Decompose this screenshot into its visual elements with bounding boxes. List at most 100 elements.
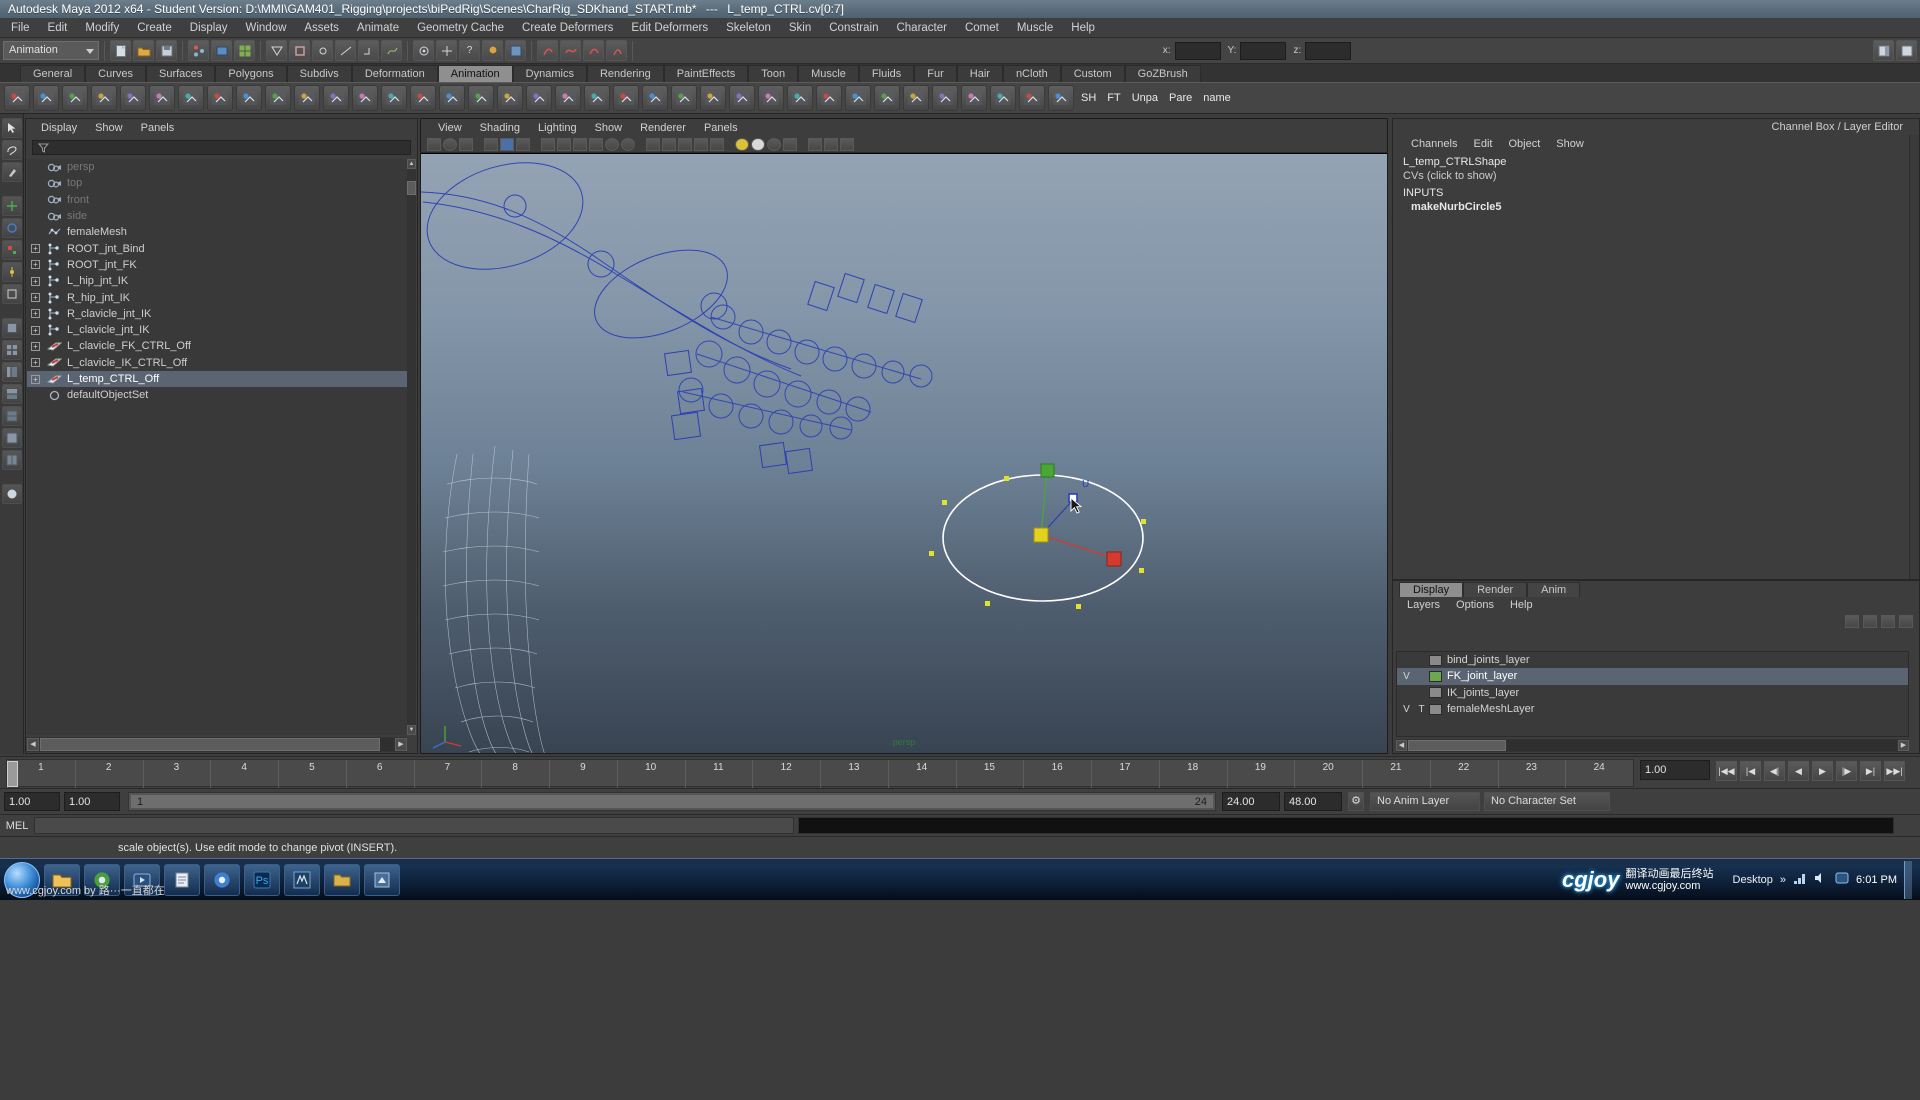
shelf-button-ft[interactable]: FT bbox=[1103, 92, 1124, 104]
menu-item-help[interactable]: Help bbox=[1062, 20, 1104, 36]
ik-handle-tool-button[interactable] bbox=[537, 40, 558, 61]
layer-row[interactable]: IK_joints_layer bbox=[1397, 685, 1908, 701]
select-by-object-button[interactable] bbox=[211, 40, 232, 61]
expand-icon[interactable]: + bbox=[31, 260, 40, 270]
resolution-gate-icon[interactable] bbox=[573, 138, 587, 151]
shelf-tab-animation[interactable]: Animation bbox=[437, 65, 513, 82]
outliner-item-femalemesh[interactable]: femaleMesh bbox=[27, 224, 407, 240]
command-input[interactable] bbox=[34, 817, 794, 834]
scroll-left-icon[interactable]: ◀ bbox=[27, 738, 39, 751]
step-forward-key-icon[interactable]: ▶| bbox=[1860, 761, 1881, 781]
shelf-tab-painteffects[interactable]: PaintEffects bbox=[663, 65, 749, 82]
animation-preferences-icon[interactable]: ⚙ bbox=[1348, 792, 1364, 811]
four-view-layout-icon[interactable] bbox=[1, 340, 22, 360]
shelf-tab-deformation[interactable]: Deformation bbox=[351, 65, 438, 82]
mirror-joint-icon[interactable] bbox=[323, 85, 349, 111]
taskbar-maya-icon[interactable] bbox=[284, 864, 320, 896]
coord-z-field[interactable] bbox=[1305, 41, 1352, 60]
paint-weights-icon[interactable] bbox=[526, 85, 552, 111]
viewport-menu-shading[interactable]: Shading bbox=[471, 121, 529, 135]
scrollbar-thumb[interactable] bbox=[40, 738, 380, 751]
outliner-item-root_jnt_fk[interactable]: + ROOT_jnt_FK bbox=[27, 257, 407, 273]
create-constraint-icon[interactable] bbox=[758, 85, 784, 111]
motion-path-icon[interactable] bbox=[932, 85, 958, 111]
set-driven-key-icon[interactable] bbox=[178, 85, 204, 111]
last-tool-used-icon[interactable] bbox=[1, 284, 22, 304]
outliner-horizontal-scrollbar[interactable]: ◀ ▶ bbox=[27, 737, 407, 752]
outliner-menu-panels[interactable]: Panels bbox=[132, 121, 184, 135]
channel-box-menu-show[interactable]: Show bbox=[1548, 137, 1592, 151]
menu-item-create-deformers[interactable]: Create Deformers bbox=[513, 20, 622, 36]
layer-list[interactable]: bind_joints_layer V FK_joint_layer IK_joint… bbox=[1396, 651, 1909, 737]
menu-item-muscle[interactable]: Muscle bbox=[1008, 20, 1062, 36]
persp-graph-layout-icon[interactable] bbox=[1, 384, 22, 404]
step-back-key-icon[interactable]: |◀ bbox=[1740, 761, 1761, 781]
layer-row[interactable]: V TfemaleMeshLayer bbox=[1397, 701, 1908, 717]
outliner-item-l_clavicle_fk_ctrl_off[interactable]: + L_clavicle_FK_CTRL_Off bbox=[27, 338, 407, 354]
outliner-menu-display[interactable]: Display bbox=[32, 121, 86, 135]
layer-tab-display[interactable]: Display bbox=[1399, 582, 1464, 597]
ik-spline-tool-button[interactable] bbox=[560, 40, 581, 61]
play-forward-icon[interactable]: ▶ bbox=[1812, 761, 1833, 781]
menu-item-comet[interactable]: Comet bbox=[956, 20, 1008, 36]
move-tool-icon[interactable] bbox=[1, 196, 22, 216]
menu-item-constrain[interactable]: Constrain bbox=[820, 20, 887, 36]
orient-constraint-icon[interactable] bbox=[845, 85, 871, 111]
scrollbar-thumb[interactable] bbox=[407, 181, 416, 195]
shelf-tab-curves[interactable]: Curves bbox=[85, 65, 146, 82]
taskbar-clock[interactable]: 6:01 PM bbox=[1856, 874, 1897, 887]
channel-box-input-node[interactable]: makeNurbCircle5 bbox=[1403, 201, 1919, 215]
outliner-item-l_clavicle_ik_ctrl_off[interactable]: + L_clavicle_IK_CTRL_Off bbox=[27, 355, 407, 371]
graph-editor-icon[interactable] bbox=[1019, 85, 1045, 111]
menu-item-edit[interactable]: Edit bbox=[39, 20, 77, 36]
shelf-button-pare[interactable]: Pare bbox=[1165, 92, 1196, 104]
time-slider-track[interactable]: 1 2 3 4 5 6 7 8 9 10 11 12 13 14 15 16 17 18 19 20 21 22 23 24 bbox=[6, 759, 1634, 788]
image-plane-icon[interactable] bbox=[500, 138, 514, 151]
menu-item-skin[interactable]: Skin bbox=[780, 20, 820, 36]
outliner-item-persp[interactable]: persp bbox=[27, 159, 407, 175]
layer-color-swatch[interactable] bbox=[1429, 703, 1442, 715]
expand-icon[interactable]: + bbox=[31, 325, 40, 335]
scroll-up-icon[interactable]: ▲ bbox=[407, 159, 416, 169]
construction-history-button[interactable] bbox=[436, 40, 457, 61]
scroll-down-icon[interactable]: ▼ bbox=[407, 725, 416, 735]
menu-item-geometry-cache[interactable]: Geometry Cache bbox=[408, 20, 513, 36]
outliner-item-r_hip_jnt_ik[interactable]: + R_hip_jnt_IK bbox=[27, 289, 407, 305]
scroll-right-icon[interactable]: ▶ bbox=[395, 738, 407, 751]
character-set-selector[interactable]: No Character Set bbox=[1484, 792, 1610, 811]
shelf-tab-custom[interactable]: Custom bbox=[1060, 65, 1125, 82]
layer-color-swatch[interactable] bbox=[1429, 687, 1442, 699]
expand-icon[interactable]: + bbox=[31, 244, 40, 254]
tray-volume-icon[interactable] bbox=[1814, 871, 1828, 889]
snap-grid-button[interactable] bbox=[266, 40, 287, 61]
scrollbar-track[interactable] bbox=[40, 738, 394, 751]
hypershade-layout-icon[interactable] bbox=[1, 406, 22, 426]
snap-view-plane-button[interactable] bbox=[335, 40, 356, 61]
lasso-tool-icon[interactable] bbox=[1, 140, 22, 160]
parent-constraint-icon[interactable] bbox=[787, 85, 813, 111]
dope-sheet-icon[interactable] bbox=[1048, 85, 1074, 111]
isolate-select-icon[interactable] bbox=[840, 138, 854, 151]
texture-toggle-icon[interactable] bbox=[710, 138, 724, 151]
play-back-icon[interactable]: ◀ bbox=[1788, 761, 1809, 781]
ik-fk-blend-button[interactable] bbox=[583, 40, 604, 61]
shelf-tab-general[interactable]: General bbox=[20, 65, 86, 82]
custom-layout-icon[interactable] bbox=[1, 450, 22, 470]
pole-vector-icon[interactable] bbox=[903, 85, 929, 111]
viewport-menu-lighting[interactable]: Lighting bbox=[529, 121, 586, 135]
layer-move-down-icon[interactable] bbox=[1899, 614, 1913, 628]
use-default-lighting-icon[interactable] bbox=[735, 138, 749, 151]
wire-tool-icon[interactable] bbox=[729, 85, 755, 111]
shadows-icon[interactable] bbox=[767, 138, 781, 151]
outliner-item-root_jnt_bind[interactable]: + ROOT_jnt_Bind bbox=[27, 240, 407, 256]
xray-mode-icon[interactable] bbox=[808, 138, 822, 151]
desktop-label[interactable]: Desktop bbox=[1733, 874, 1773, 886]
total-end-field[interactable] bbox=[1284, 792, 1342, 811]
taskbar-chrome-icon[interactable] bbox=[204, 864, 240, 896]
layer-visibility-toggle[interactable]: V bbox=[1399, 671, 1414, 682]
outliner-item-l_temp_ctrl_off[interactable]: + L_temp_CTRL_Off bbox=[27, 370, 407, 388]
tray-ime-icon[interactable] bbox=[1835, 871, 1849, 889]
scrollbar-track[interactable] bbox=[1408, 740, 1897, 751]
joint-tool-icon[interactable] bbox=[265, 85, 291, 111]
menu-item-modify[interactable]: Modify bbox=[76, 20, 128, 36]
